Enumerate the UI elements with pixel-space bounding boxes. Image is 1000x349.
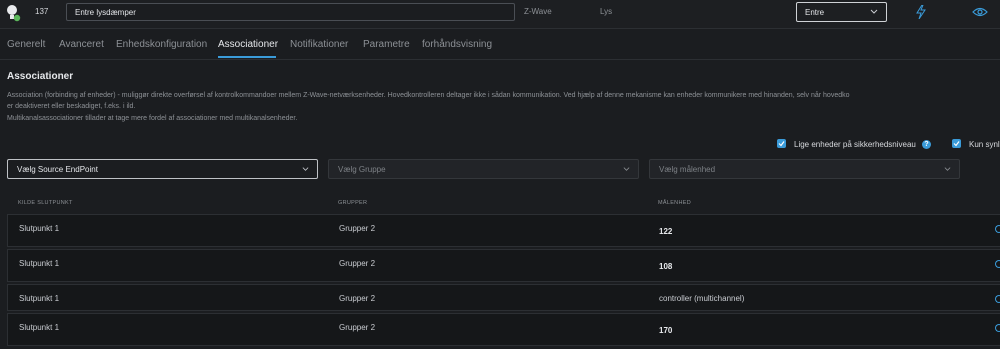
- row-source: Slutpunkt 1: [19, 294, 60, 303]
- column-header-group: GRUPPER: [338, 200, 368, 206]
- tab-bar: Generelt Avanceret Enhedskonfiguration A…: [0, 29, 1000, 60]
- group-select[interactable]: Vælg Gruppe: [328, 159, 639, 179]
- column-header-source: KILDE SLUTPUNKT: [18, 200, 73, 206]
- tab-device-config[interactable]: Enhedskonfiguration: [116, 39, 207, 50]
- chevron-down-icon: [302, 167, 309, 171]
- row-group: Grupper 2: [339, 259, 376, 268]
- room-select-value: Entre: [805, 8, 825, 17]
- device-name-value: Entre lysdæmper: [75, 8, 136, 17]
- device-id: 137: [35, 7, 49, 16]
- row-action-icon[interactable]: [995, 260, 1000, 268]
- table-row[interactable]: Slutpunkt 1 Grupper 2 108: [7, 249, 1000, 282]
- chevron-down-icon: [944, 167, 951, 171]
- same-security-checkbox[interactable]: [777, 139, 786, 148]
- tab-associations[interactable]: Associationer: [218, 39, 278, 50]
- only-sync-label: Kun synl: [969, 140, 1000, 149]
- row-target: 122: [659, 227, 673, 236]
- table-row[interactable]: Slutpunkt 1 Grupper 2 170: [7, 313, 1000, 346]
- row-target: 108: [659, 262, 673, 271]
- group-select-value: Vælg Gruppe: [338, 165, 386, 174]
- row-group: Grupper 2: [339, 323, 376, 332]
- source-endpoint-select[interactable]: Vælg Source EndPoint: [7, 159, 318, 179]
- tab-parameters[interactable]: Parametre: [363, 39, 410, 50]
- row-target: 170: [659, 326, 673, 335]
- device-category: Lys: [600, 7, 613, 16]
- room-select[interactable]: Entre: [796, 2, 887, 22]
- check-icon: [953, 141, 960, 147]
- check-icon: [778, 141, 785, 147]
- device-header: 137 Entre lysdæmper Z-Wave Lys Entre: [0, 0, 1000, 29]
- tab-advanced[interactable]: Avanceret: [59, 39, 104, 50]
- active-tab-indicator: [218, 56, 276, 58]
- table-row[interactable]: Slutpunkt 1 Grupper 2 controller (multic…: [7, 284, 1000, 311]
- eye-icon[interactable]: [972, 7, 988, 17]
- section-description: Association (forbinding af enheder) - mu…: [7, 92, 850, 99]
- row-action-icon[interactable]: [995, 225, 1000, 233]
- device-name-input[interactable]: Entre lysdæmper: [66, 3, 515, 21]
- target-select[interactable]: Vælg målenhed: [649, 159, 960, 179]
- lightning-icon[interactable]: [916, 5, 926, 19]
- row-action-icon[interactable]: [995, 324, 1000, 332]
- same-security-label: Lige enheder på sikkerhedsniveau: [794, 140, 916, 149]
- help-icon[interactable]: ?: [922, 140, 931, 149]
- target-select-value: Vælg målenhed: [659, 165, 716, 174]
- row-action-icon[interactable]: [995, 295, 1000, 303]
- table-row[interactable]: Slutpunkt 1 Grupper 2 122: [7, 214, 1000, 247]
- section-description-2: er deaktiveret eller beskadiget, f.eks. …: [7, 103, 136, 110]
- section-description-3: Multikanalsassociationer tillader at tag…: [7, 115, 298, 122]
- row-group: Grupper 2: [339, 224, 376, 233]
- chevron-down-icon: [870, 9, 878, 14]
- column-header-target: MÅLENHED: [658, 200, 691, 206]
- tab-preview[interactable]: forhåndsvisning: [422, 39, 492, 50]
- row-source: Slutpunkt 1: [19, 323, 60, 332]
- row-group: Grupper 2: [339, 294, 376, 303]
- row-target: controller (multichannel): [659, 294, 745, 303]
- source-endpoint-value: Vælg Source EndPoint: [17, 165, 98, 174]
- tab-notifications[interactable]: Notifikationer: [290, 39, 348, 50]
- only-sync-checkbox[interactable]: [952, 139, 961, 148]
- row-source: Slutpunkt 1: [19, 259, 60, 268]
- lightbulb-icon: [7, 5, 21, 22]
- section-title: Associationer: [7, 71, 74, 82]
- device-protocol: Z-Wave: [524, 7, 552, 16]
- tab-general[interactable]: Generelt: [7, 39, 45, 50]
- chevron-down-icon: [623, 167, 630, 171]
- row-source: Slutpunkt 1: [19, 224, 60, 233]
